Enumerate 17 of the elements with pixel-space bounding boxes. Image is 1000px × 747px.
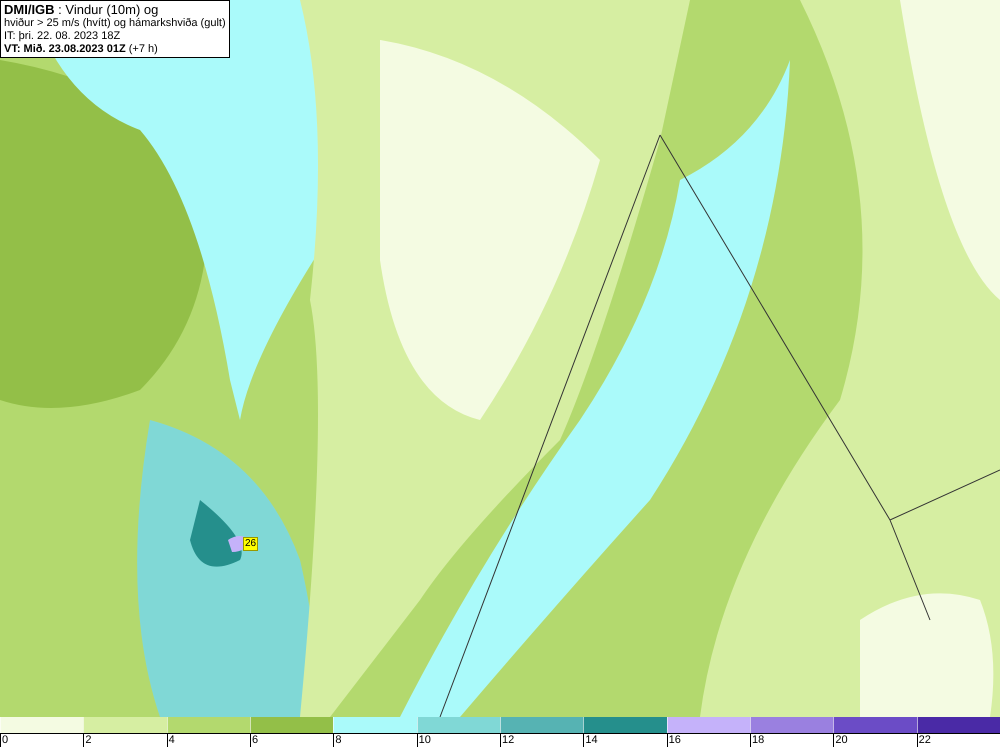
legend-tick-label: 12 (500, 734, 514, 747)
legend-tick-label: 18 (750, 734, 764, 747)
gust-label: 26 (243, 537, 258, 551)
legend-tick-label: 4 (166, 734, 175, 747)
header-line: IT: þri. 22. 08. 2023 18Z (4, 30, 122, 43)
header-line: DMI/IGB : Vindur (10m) og (4, 2, 160, 17)
legend-tick-label: 2 (83, 734, 92, 747)
legend-tick-label: 6 (250, 734, 258, 747)
legend-tick-label: 14 (583, 734, 598, 747)
legend-tick-label: 20 (833, 734, 848, 747)
legend-tick-label: 22 (916, 734, 931, 747)
legend-tick-label: 8 (333, 734, 342, 747)
legend-tick-label: 10 (416, 734, 431, 747)
legend-tick-label: 16 (666, 734, 681, 747)
legend-tick-label: 0 (0, 734, 8, 747)
header-line: hviður > 25 m/s (hvítt) og hámarkshviða (gult) (4, 17, 226, 30)
header-line: VT: Mið. 23.08.2023 01Z (+7 h) (4, 43, 159, 56)
